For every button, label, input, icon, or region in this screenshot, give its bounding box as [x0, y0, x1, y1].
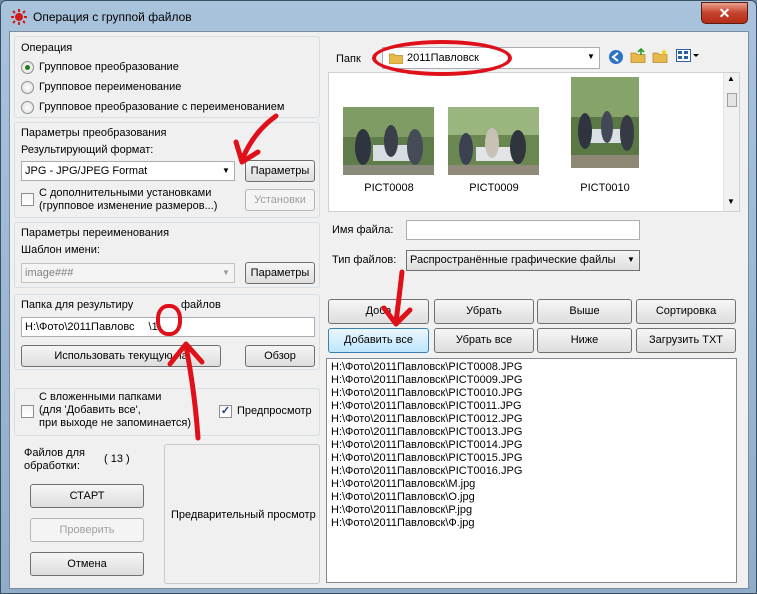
cancel-button[interactable]: Отмена — [30, 552, 144, 576]
list-item[interactable]: H:\Фото\2011Павловск\PICT0008.JPG — [331, 361, 522, 373]
new-folder-icon[interactable] — [652, 48, 668, 64]
preview-checkbox[interactable]: ✓ — [219, 405, 232, 418]
output-path-value: H:\Фото\2011Павловс — [25, 321, 135, 333]
list-item[interactable]: H:\Фото\2011Павловск\PICT0015.JPG — [331, 452, 522, 464]
extra-settings-checkbox[interactable] — [21, 193, 34, 206]
annotation-arrow-icon — [233, 113, 279, 165]
radio-group-rename[interactable] — [21, 81, 34, 94]
add-all-button[interactable]: Добавить все — [328, 328, 429, 353]
back-arrow-icon[interactable] — [608, 49, 624, 65]
rename-group-label: Параметры переименования — [21, 227, 170, 239]
sort-button[interactable]: Сортировка — [636, 299, 736, 324]
list-item[interactable]: H:\Фото\2011Павловск\Ф.jpg — [331, 517, 475, 529]
move-up-button[interactable]: Выше — [537, 299, 632, 324]
load-txt-button[interactable]: Загрузить TXT — [636, 328, 736, 353]
move-down-button[interactable]: Ниже — [537, 328, 632, 353]
rename-params-button[interactable]: Параметры — [245, 262, 315, 284]
thumbnail-image[interactable] — [448, 107, 539, 175]
files-count-value: ( 13 ) — [104, 453, 130, 465]
check-button[interactable]: Проверить — [30, 518, 144, 542]
list-item[interactable]: H:\Фото\2011Павловск\PICT0009.JPG — [331, 374, 522, 386]
annotation-arrow-icon — [167, 341, 205, 441]
list-item[interactable]: H:\Фото\2011Павловск\M.jpg — [331, 478, 475, 490]
list-item[interactable]: H:\Фото\2011Павловск\PICT0016.JPG — [331, 465, 522, 477]
extra-settings-label-2: (групповое изменение размеров...) — [39, 200, 218, 212]
conversion-group-label: Параметры преобразования — [21, 127, 167, 139]
up-folder-icon[interactable] — [630, 48, 646, 64]
start-button[interactable]: СТАРТ — [30, 484, 144, 508]
thumbnail-scrollbar[interactable]: ▲ ▼ — [723, 73, 739, 211]
remove-button[interactable]: Убрать — [434, 299, 534, 324]
files-count-label-2: обработки: — [24, 460, 80, 472]
scroll-up-icon[interactable]: ▲ — [727, 74, 735, 83]
chevron-down-icon: ▼ — [222, 268, 230, 277]
operation-group-label: Операция — [21, 42, 73, 54]
title-bar[interactable]: Операция с группой файлов ✕ — [1, 1, 757, 33]
list-item[interactable]: H:\Фото\2011Павловск\PICT0012.JPG — [331, 413, 522, 425]
list-item[interactable]: H:\Фото\2011Павловск\PICT0010.JPG — [331, 387, 522, 399]
app-logo-icon — [11, 9, 27, 25]
preview-panel: Предварительный просмотр — [164, 444, 320, 584]
filetype-select[interactable]: Распространённые графические файлы ▼ — [406, 250, 640, 271]
remove-all-button[interactable]: Убрать все — [434, 328, 534, 353]
annotation-circle — [372, 40, 512, 76]
annotation-arrow-icon — [381, 269, 413, 327]
chevron-down-icon: ▼ — [587, 52, 595, 61]
filename-label: Имя файла: — [332, 224, 394, 236]
format-value: JPG - JPG/JPEG Format — [25, 165, 148, 177]
list-item[interactable]: H:\Фото\2011Павловск\PICT0011.JPG — [331, 400, 522, 412]
filename-input[interactable] — [406, 220, 640, 240]
folder-label: Папк — [336, 53, 361, 65]
close-icon: ✕ — [718, 5, 731, 21]
view-menu-icon[interactable] — [676, 49, 700, 63]
filetype-label: Тип файлов: — [332, 254, 397, 266]
settings-button[interactable]: Установки — [245, 189, 315, 211]
list-item[interactable]: H:\Фото\2011Павловск\P.jpg — [331, 504, 472, 516]
extra-settings-label-1: С дополнительными установками — [39, 187, 212, 199]
dialog-client-area: Операция Групповое преобразование Группо… — [9, 31, 749, 589]
list-item[interactable]: H:\Фото\2011Павловск\O.jpg — [331, 491, 475, 503]
subfolders-checkbox[interactable] — [21, 405, 34, 418]
output-folder-label-tail: файлов — [181, 299, 221, 311]
chevron-down-icon: ▼ — [627, 255, 635, 264]
list-item[interactable]: H:\Фото\2011Павловск\PICT0014.JPG — [331, 439, 522, 451]
subfolders-label-2: (для 'Добавить все', — [39, 404, 141, 416]
subfolders-label-1: С вложенными папками — [39, 391, 162, 403]
radio-convert-rename[interactable] — [21, 101, 34, 114]
template-select[interactable]: image### ▼ — [21, 263, 235, 283]
radio-group-convert-label: Групповое преобразование — [39, 61, 179, 73]
output-folder-label: Папка для результиру — [21, 299, 134, 311]
thumbnail-view[interactable]: PICT0008 PICT0009 PICT0010 ▲ ▼ — [328, 72, 740, 212]
close-button[interactable]: ✕ — [701, 2, 748, 24]
radio-group-rename-label: Групповое переименование — [39, 81, 182, 93]
preview-checkbox-label: Предпросмотр — [237, 405, 312, 417]
radio-group-convert[interactable] — [21, 61, 34, 74]
format-label: Результирующий формат: — [21, 144, 154, 156]
template-value: image### — [25, 267, 74, 279]
scroll-thumb[interactable] — [727, 93, 737, 107]
files-count-label-1: Файлов для — [24, 447, 85, 459]
operation-group: Операция Групповое преобразование Группо… — [14, 36, 320, 118]
file-list[interactable]: H:\Фото\2011Павловск\PICT0008.JPG H:\Фот… — [326, 358, 737, 583]
rename-group: Параметры переименования Шаблон имени: i… — [14, 222, 320, 288]
thumbnail-label: PICT0010 — [580, 182, 630, 194]
template-label: Шаблон имени: — [21, 244, 100, 256]
file-group-dialog: Операция с группой файлов ✕ Операция Гру… — [0, 0, 757, 594]
scroll-down-icon[interactable]: ▼ — [727, 197, 735, 206]
preview-label: Предварительный просмотр — [171, 509, 316, 521]
thumbnail-image[interactable] — [571, 77, 639, 168]
thumbnail-label: PICT0008 — [364, 182, 414, 194]
list-item[interactable]: H:\Фото\2011Павловск\PICT0013.JPG — [331, 426, 522, 438]
thumbnail-image[interactable] — [343, 107, 434, 175]
annotation-circle — [156, 304, 182, 336]
filetype-value: Распространённые графические файлы — [410, 254, 616, 266]
format-select[interactable]: JPG - JPG/JPEG Format ▼ — [21, 161, 235, 181]
thumbnail-label: PICT0009 — [469, 182, 519, 194]
window-title: Операция с группой файлов — [33, 10, 192, 24]
browse-button[interactable]: Обзор — [245, 345, 315, 367]
